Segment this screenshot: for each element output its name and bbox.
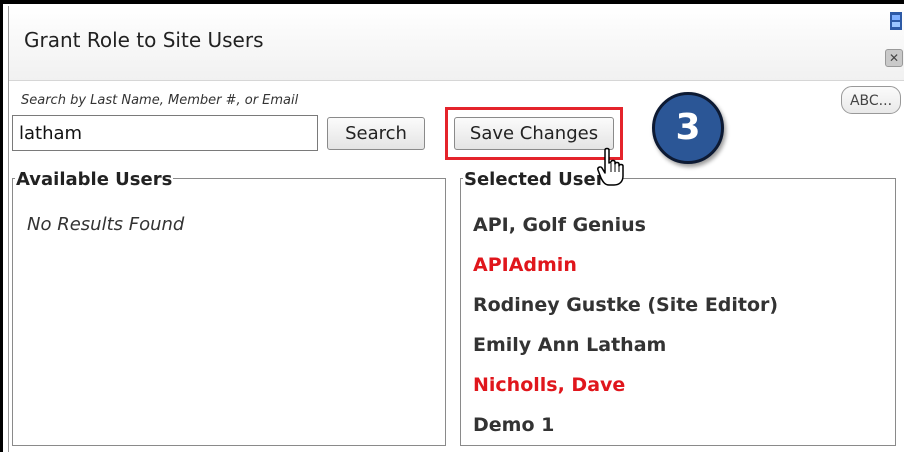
- selected-user-item[interactable]: Nicholls, Dave: [473, 374, 778, 414]
- close-icon[interactable]: ✕: [885, 49, 903, 67]
- abc-button[interactable]: ABC...: [841, 86, 901, 114]
- screen-edge-left: [0, 0, 3, 452]
- selected-user-item[interactable]: API, Golf Genius: [473, 214, 778, 254]
- no-results-text: No Results Found: [27, 214, 185, 235]
- search-hint: Search by Last Name, Member #, or Email: [21, 93, 299, 108]
- hand-cursor-icon: [597, 147, 624, 186]
- available-users-legend: Available Users: [15, 169, 174, 190]
- selected-user-item[interactable]: Demo 1: [473, 414, 778, 454]
- selected-user-item[interactable]: Emily Ann Latham: [473, 334, 778, 374]
- dialog-titlebar[interactable]: Grant Role to Site Users ✕: [9, 6, 904, 81]
- selected-user-item[interactable]: APIAdmin: [473, 254, 778, 294]
- selected-users-list: API, Golf Genius APIAdmin Rodiney Gustke…: [473, 214, 778, 454]
- selected-users-panel: Selected Users API, Golf Genius APIAdmin…: [460, 169, 896, 446]
- dialog-title: Grant Role to Site Users: [24, 28, 264, 52]
- selected-users-legend: Selected Users: [463, 169, 617, 190]
- search-input[interactable]: [12, 115, 318, 151]
- available-users-panel: Available Users No Results Found: [12, 169, 446, 446]
- dialog-corner-icon: [889, 10, 903, 32]
- selected-user-item[interactable]: Rodiney Gustke (Site Editor): [473, 294, 778, 334]
- save-changes-button[interactable]: Save Changes: [454, 117, 614, 150]
- screen-edge-top: [0, 0, 904, 4]
- search-button[interactable]: Search: [327, 117, 425, 150]
- step-number-badge: 3: [652, 92, 724, 164]
